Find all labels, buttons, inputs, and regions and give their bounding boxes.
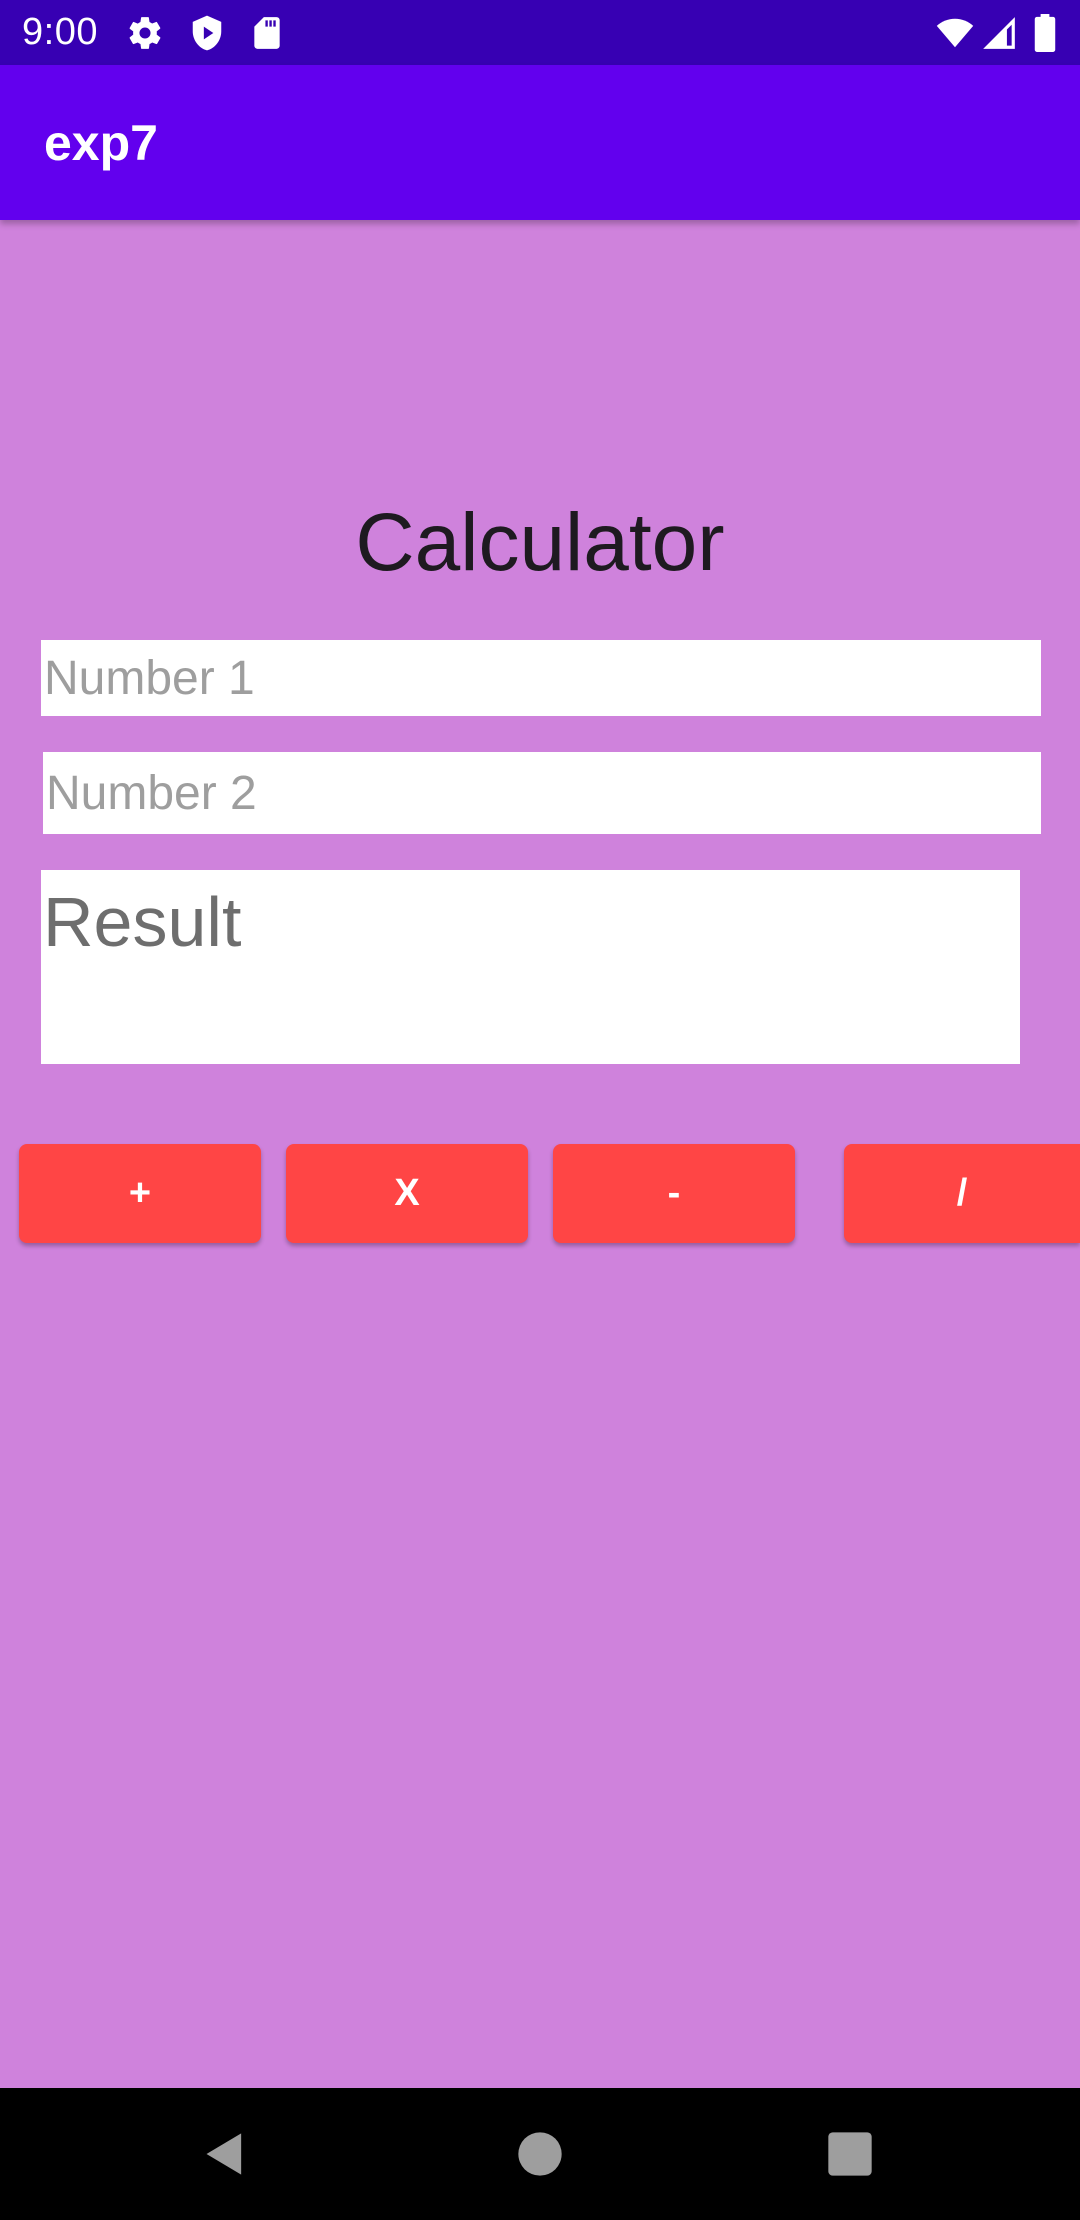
multiply-button[interactable]: X [286,1144,528,1243]
gear-icon [126,14,164,52]
number2-input[interactable] [43,752,1041,834]
status-time: 9:00 [22,11,98,53]
page-title: Calculator [355,497,725,588]
wifi-icon [936,14,974,52]
app-title: exp7 [44,115,158,171]
result-display: Result [41,870,1020,1064]
subtract-button[interactable]: - [553,1144,795,1243]
back-icon[interactable] [200,2128,252,2180]
cellular-signal-icon [980,14,1018,52]
sd-card-icon [248,14,286,52]
home-icon[interactable] [514,2128,566,2180]
play-protect-icon [188,14,226,52]
calculator-screen: 9:00 exp7 Calculator Result + X - / [0,0,1080,2220]
recents-icon[interactable] [824,2128,876,2180]
add-button[interactable]: + [19,1144,261,1243]
divide-button[interactable]: / [844,1144,1080,1243]
battery-icon [1030,14,1060,52]
app-bar: exp7 [0,65,1080,220]
navigation-bar [0,2088,1080,2220]
status-bar: 9:00 [0,0,1080,65]
number1-input[interactable] [41,640,1041,716]
